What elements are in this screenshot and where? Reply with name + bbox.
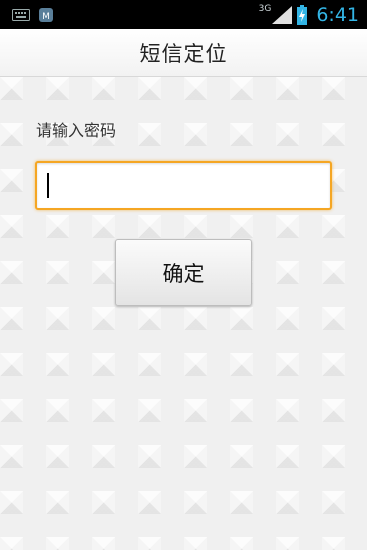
app-notification-icon: M: [39, 7, 53, 22]
status-bar: M 3G 6:41: [0, 0, 367, 29]
svg-text:M: M: [42, 12, 50, 22]
battery-charging-icon: [297, 4, 308, 25]
status-clock: 6:41: [316, 3, 359, 26]
page-title: 短信定位: [139, 41, 228, 66]
confirm-button[interactable]: 确定: [115, 239, 252, 306]
password-prompt-label: 请输入密码: [36, 121, 117, 140]
password-input[interactable]: [37, 163, 330, 208]
text-cursor: [47, 173, 49, 198]
title-bar: 短信定位: [0, 29, 367, 77]
network-type-label: 3G: [258, 3, 272, 14]
keyboard-icon: [12, 8, 30, 21]
content-area: 请输入密码 确定: [0, 77, 367, 550]
signal-icon: [272, 5, 293, 24]
password-field[interactable]: [35, 161, 332, 210]
